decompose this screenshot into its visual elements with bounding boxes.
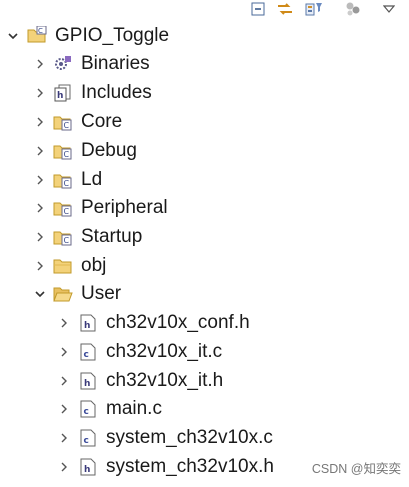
tree-item-label: Includes [81, 82, 152, 103]
chevron-right-icon[interactable] [57, 374, 71, 388]
svg-text:h: h [84, 321, 90, 331]
tree-item-ld[interactable]: C Ld [0, 166, 409, 194]
header-file-icon: h [78, 458, 98, 476]
svg-text:c: c [84, 407, 89, 417]
tree-item-startup[interactable]: C Startup [0, 223, 409, 251]
chevron-right-icon[interactable] [33, 173, 47, 187]
svg-text:c: c [84, 350, 89, 360]
tree-item-label: Debug [81, 140, 137, 161]
tree-item-user[interactable]: User [0, 280, 409, 308]
svg-text:c: c [84, 436, 89, 446]
collapse-all-icon[interactable] [250, 0, 266, 18]
focus-task-icon[interactable] [343, 0, 363, 18]
c-file-icon: c [78, 429, 98, 447]
tree-item-label: Core [81, 111, 123, 132]
svg-text:C: C [64, 207, 70, 216]
tree-item-label: ch32v10x_conf.h [106, 312, 250, 333]
tree-item-label: system_ch32v10x.h [106, 456, 274, 477]
tree-item-label: Peripheral [81, 197, 168, 218]
view-toolbar [0, 0, 409, 22]
tree-item-debug[interactable]: C Debug [0, 137, 409, 165]
chevron-right-icon[interactable] [33, 115, 47, 129]
svg-text:C: C [38, 27, 43, 35]
tree-item-file[interactable]: c ch32v10x_it.c [0, 338, 409, 366]
view-menu-icon[interactable] [380, 0, 398, 18]
tree-item-label: Binaries [81, 53, 150, 74]
tree-item-label: obj [81, 255, 107, 276]
chevron-down-icon[interactable] [33, 287, 47, 301]
svg-text:C: C [64, 179, 70, 188]
chevron-right-icon[interactable] [33, 259, 47, 273]
source-folder-icon: C [53, 171, 73, 189]
c-file-icon: c [78, 343, 98, 361]
tree-item-label: ch32v10x_it.c [106, 341, 223, 362]
tree-item-peripheral[interactable]: C Peripheral [0, 194, 409, 222]
chevron-right-icon[interactable] [33, 86, 47, 100]
binaries-icon [53, 55, 73, 73]
source-folder-icon: C [53, 199, 73, 217]
svg-text:C: C [64, 150, 70, 159]
chevron-right-icon[interactable] [33, 57, 47, 71]
source-folder-icon: C [53, 113, 73, 131]
tree-item-file[interactable]: h ch32v10x_it.h [0, 367, 409, 395]
svg-text:C: C [64, 236, 70, 245]
svg-text:h: h [57, 91, 63, 101]
chevron-right-icon[interactable] [57, 431, 71, 445]
chevron-right-icon[interactable] [33, 144, 47, 158]
c-file-icon: c [78, 400, 98, 418]
folder-icon [53, 257, 73, 275]
tree-item-file[interactable]: c main.c [0, 395, 409, 423]
tree-item-project[interactable]: C GPIO_Toggle [0, 22, 409, 50]
chevron-right-icon[interactable] [57, 345, 71, 359]
tree-item-label: main.c [106, 398, 162, 419]
tree-item-label: Ld [81, 169, 103, 190]
chevron-right-icon[interactable] [33, 230, 47, 244]
tree-item-label: system_ch32v10x.c [106, 427, 273, 448]
chevron-right-icon[interactable] [57, 460, 71, 474]
header-file-icon: h [78, 372, 98, 390]
tree-item-includes[interactable]: h Includes [0, 79, 409, 107]
chevron-right-icon[interactable] [33, 201, 47, 215]
watermark: CSDN @知奕奕 [311, 462, 401, 476]
chevron-right-icon[interactable] [57, 316, 71, 330]
header-file-icon: h [78, 314, 98, 332]
tree-item-file[interactable]: c system_ch32v10x.c [0, 424, 409, 452]
chevron-right-icon[interactable] [57, 402, 71, 416]
folder-open-icon [53, 285, 73, 303]
tree-item-label: User [81, 283, 122, 304]
tree-item-obj[interactable]: obj [0, 252, 409, 280]
svg-text:C: C [64, 121, 70, 130]
tree-item-binaries[interactable]: Binaries [0, 50, 409, 78]
svg-text:h: h [84, 379, 90, 389]
tree-item-label: ch32v10x_it.h [106, 370, 224, 391]
chevron-down-icon[interactable] [6, 29, 20, 43]
tree-item-label: Startup [81, 226, 143, 247]
filter-icon[interactable] [304, 0, 324, 18]
includes-icon: h [53, 84, 73, 102]
source-folder-icon: C [53, 142, 73, 160]
link-with-editor-icon[interactable] [275, 0, 295, 18]
tree-item-core[interactable]: C Core [0, 108, 409, 136]
tree-item-file[interactable]: h ch32v10x_conf.h [0, 309, 409, 337]
source-folder-icon: C [53, 228, 73, 246]
svg-text:h: h [84, 465, 90, 475]
project-label: GPIO_Toggle [55, 25, 170, 46]
project-icon: C [27, 26, 47, 44]
